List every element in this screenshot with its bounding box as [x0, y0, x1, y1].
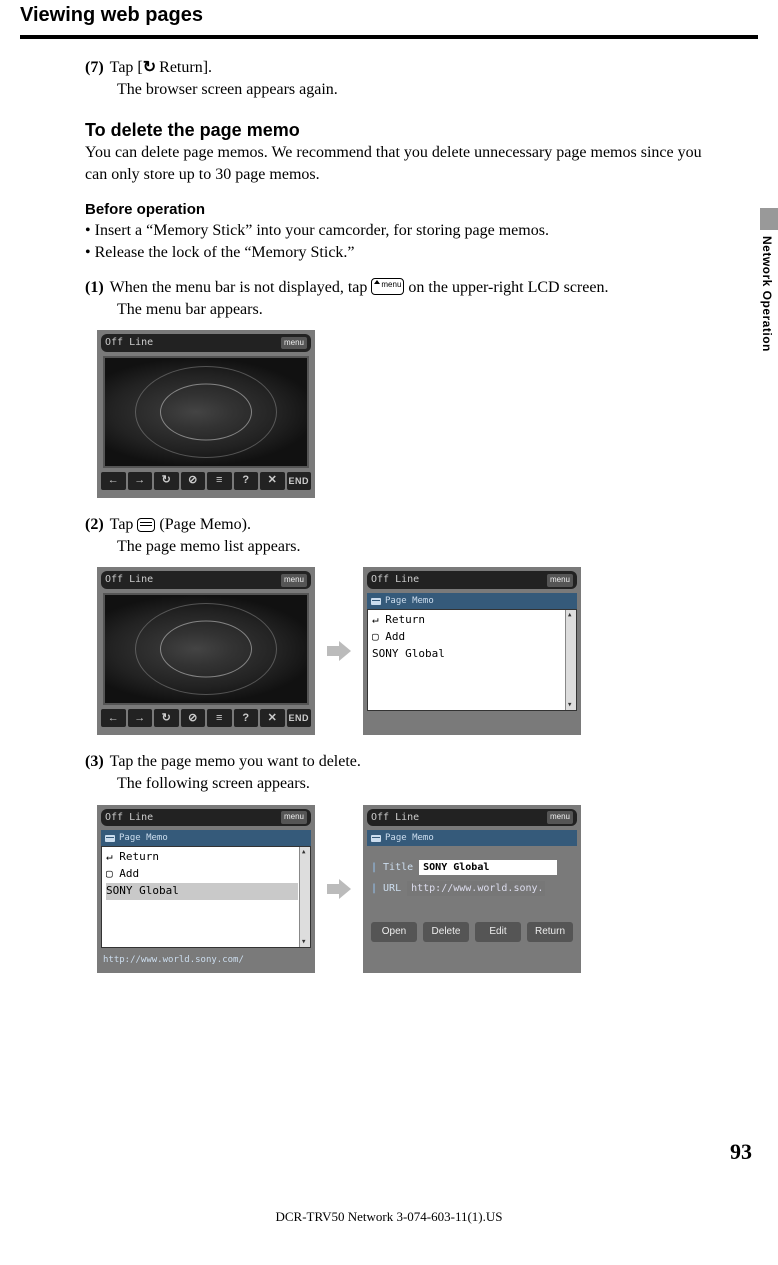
bullet-1: Insert a “Memory Stick” into your camcor… [95, 220, 549, 242]
step-7-text-b: Return]. [155, 59, 212, 76]
status-url [363, 715, 581, 737]
tb-close-icon: ✕ [260, 472, 285, 490]
lcd-status: Off Line [105, 336, 153, 350]
detail-url-input [407, 881, 545, 896]
detail-return-button: Return [527, 922, 573, 942]
tb-stop-icon: ⊘ [181, 472, 206, 490]
page-number: 93 [730, 1139, 752, 1165]
step-2-text-b: (Page Memo). [155, 516, 251, 533]
return-arrow-icon: ↻ [143, 59, 155, 76]
lcd-screenshot-menubar-2: Off Line menu ← → ↻ ⊘ ≡ ? ✕ END [97, 567, 315, 735]
tb-help-icon: ? [234, 472, 259, 490]
detail-edit-button: Edit [475, 922, 521, 942]
lcd-menu-button: menu [281, 337, 307, 350]
detail-title-input [419, 860, 557, 875]
footer: DCR-TRV50 Network 3-074-603-11(1).US [0, 1209, 778, 1225]
status-url: http://www.world.sony.com/ [97, 952, 315, 974]
tb-end-button: END [287, 472, 312, 490]
tb-reload-icon: ↻ [154, 472, 179, 490]
detail-open-button: Open [371, 922, 417, 942]
step-1: (1) When the menu bar is not displayed, … [85, 277, 718, 299]
step-1-line2: The menu bar appears. [117, 299, 718, 321]
side-tab-bar [760, 208, 778, 230]
pagememo-subbar-icon [371, 598, 381, 605]
before-operation-list: •Insert a “Memory Stick” into your camco… [85, 220, 718, 263]
step-2-text-a: Tap [110, 516, 138, 533]
lcd-screenshot-pagememo-select: Off Line menu Page Memo ↵ Return ▢ Add S… [97, 805, 315, 973]
before-operation-head: Before operation [85, 200, 718, 220]
step-3-line1: Tap the page memo you want to delete. [110, 751, 361, 773]
step-2-num: (2) [85, 514, 104, 536]
lcd-screenshot-menubar: Off Line menu ← → ↻ ⊘ ≡ ? ✕ END [97, 330, 315, 498]
menu-icon: menu [371, 278, 404, 295]
bullet-2: Release the lock of the “Memory Stick.” [95, 242, 355, 264]
step-7-num: (7) [85, 57, 104, 79]
step-2-line2: The page memo list appears. [117, 536, 718, 558]
step-7-line2: The browser screen appears again. [117, 79, 718, 101]
step-3-line2: The following screen appears. [117, 773, 718, 795]
lcd-toolbar: ← → ↻ ⊘ ≡ ? ✕ END [101, 472, 311, 490]
step-7-text-a: Tap [ [110, 59, 143, 76]
detail-delete-button: Delete [423, 922, 469, 942]
step-7: (7) Tap [↻ Return]. [85, 57, 718, 79]
side-tab-label: Network Operation [760, 236, 774, 352]
step-2: (2) Tap (Page Memo). [85, 514, 718, 536]
list-item-return: ↵ Return [372, 612, 564, 629]
list-item-add: ▢ Add [372, 629, 564, 646]
lcd-screenshot-pagememo-list: Off Line menu Page Memo ↵ Return ▢ Add S… [363, 567, 581, 735]
scrollbar [565, 610, 576, 710]
lcd-viewport [103, 356, 309, 468]
detail-url-label: URL [383, 882, 401, 896]
detail-title-label: Title [383, 861, 413, 875]
page-title: Viewing web pages [20, 0, 758, 35]
tb-pagememo-icon: ≡ [207, 472, 232, 490]
list-item-sony: SONY Global [372, 646, 564, 663]
pagememo-subbar-label: Page Memo [385, 595, 434, 607]
list-item-return: ↵ Return [106, 849, 298, 866]
arrow-right-icon [327, 639, 351, 663]
lcd-screenshot-pagememo-detail: Off Line menu Page Memo |Title |URL Open… [363, 805, 581, 973]
arrow-right-icon [327, 877, 351, 901]
list-item-add: ▢ Add [106, 866, 298, 883]
section-delete-head: To delete the page memo [85, 118, 718, 142]
section-delete-body: You can delete page memos. We recommend … [85, 142, 718, 185]
side-tab: Network Operation [760, 208, 778, 352]
list-item-sony-selected: SONY Global [106, 883, 298, 900]
step-1-text-a: When the menu bar is not displayed, tap [110, 279, 372, 296]
step-3: (3) Tap the page memo you want to delete… [85, 751, 718, 773]
title-rule [20, 35, 758, 39]
tb-forward-icon: → [128, 472, 153, 490]
step-3-num: (3) [85, 751, 104, 773]
step-1-text-b: on the upper-right LCD screen. [404, 279, 608, 296]
tb-back-icon: ← [101, 472, 126, 490]
page-memo-icon [137, 518, 155, 532]
step-1-num: (1) [85, 277, 104, 299]
